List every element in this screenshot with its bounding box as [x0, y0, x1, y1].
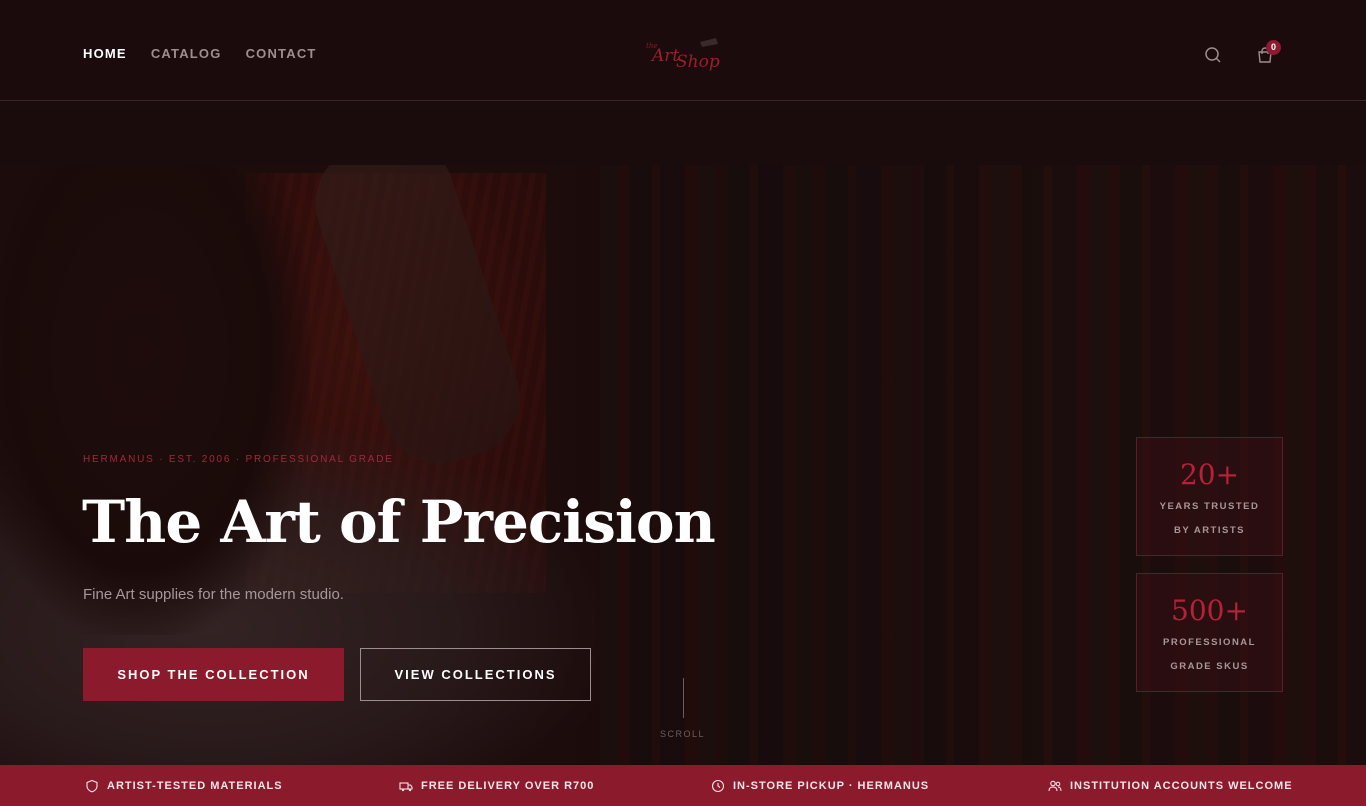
clock-icon: [711, 779, 725, 792]
stat-label: PROFESSIONAL GRADE SKUS: [1137, 631, 1282, 679]
hero-subtitle: Fine Art supplies for the modern studio.: [83, 586, 344, 603]
search-icon[interactable]: [1202, 44, 1224, 66]
feature-free-delivery: FREE DELIVERY OVER R700: [399, 765, 594, 806]
stat-value: 500+: [1171, 594, 1248, 627]
feature-in-store-pickup: IN-STORE PICKUP · HERMANUS: [711, 765, 929, 806]
view-collections-button[interactable]: VIEW COLLECTIONS: [360, 648, 591, 701]
feature-institution-accounts: INSTITUTION ACCOUNTS WELCOME: [1048, 765, 1293, 806]
features-bar: ARTIST-TESTED MATERIALS FREE DELIVERY OV…: [0, 765, 1366, 806]
feature-label: ARTIST-TESTED MATERIALS: [107, 779, 283, 792]
truck-icon: [399, 781, 413, 791]
hero-title: The Art of Precision: [82, 488, 716, 556]
shield-icon: [86, 779, 98, 792]
main-nav: HOME CATALOG CONTACT: [83, 46, 317, 61]
nav-home-link[interactable]: HOME: [83, 46, 127, 61]
users-icon: [1048, 780, 1062, 791]
stat-card-years: 20+ YEARS TRUSTED BY ARTISTS: [1136, 437, 1283, 556]
feature-label: FREE DELIVERY OVER R700: [421, 779, 595, 792]
hero-eyebrow: HERMANUS · EST. 2006 · PROFESSIONAL GRAD…: [83, 454, 394, 465]
stat-label-line: YEARS TRUSTED: [1159, 501, 1260, 512]
svg-text:Art: Art: [650, 46, 679, 66]
site-header: HOME CATALOG CONTACT the Art Shop 0: [0, 0, 1366, 101]
stat-label-line: GRADE SKUS: [1170, 661, 1249, 672]
nav-catalog-link[interactable]: CATALOG: [151, 46, 222, 61]
stat-value: 20+: [1179, 458, 1240, 491]
scroll-indicator-line: [683, 678, 684, 718]
feature-label: INSTITUTION ACCOUNTS WELCOME: [1070, 779, 1293, 792]
header-spacer: [0, 101, 1366, 165]
stat-card-skus: 500+ PROFESSIONAL GRADE SKUS: [1136, 573, 1283, 692]
feature-label: IN-STORE PICKUP · HERMANUS: [733, 779, 930, 792]
art-shop-logo[interactable]: the Art Shop: [640, 34, 724, 76]
nav-contact-link[interactable]: CONTACT: [246, 46, 317, 61]
stat-label: YEARS TRUSTED BY ARTISTS: [1137, 495, 1282, 543]
stat-label-line: BY ARTISTS: [1174, 525, 1245, 536]
stat-label-line: PROFESSIONAL: [1163, 637, 1256, 648]
shop-collection-button[interactable]: SHOP THE COLLECTION: [83, 648, 344, 701]
cart-count-badge: 0: [1266, 40, 1281, 55]
svg-text:Shop: Shop: [676, 52, 720, 72]
scroll-indicator-label[interactable]: SCROLL: [660, 729, 705, 739]
feature-artist-tested: ARTIST-TESTED MATERIALS: [85, 765, 283, 806]
hero-section: HERMANUS · EST. 2006 · PROFESSIONAL GRAD…: [0, 165, 1366, 765]
